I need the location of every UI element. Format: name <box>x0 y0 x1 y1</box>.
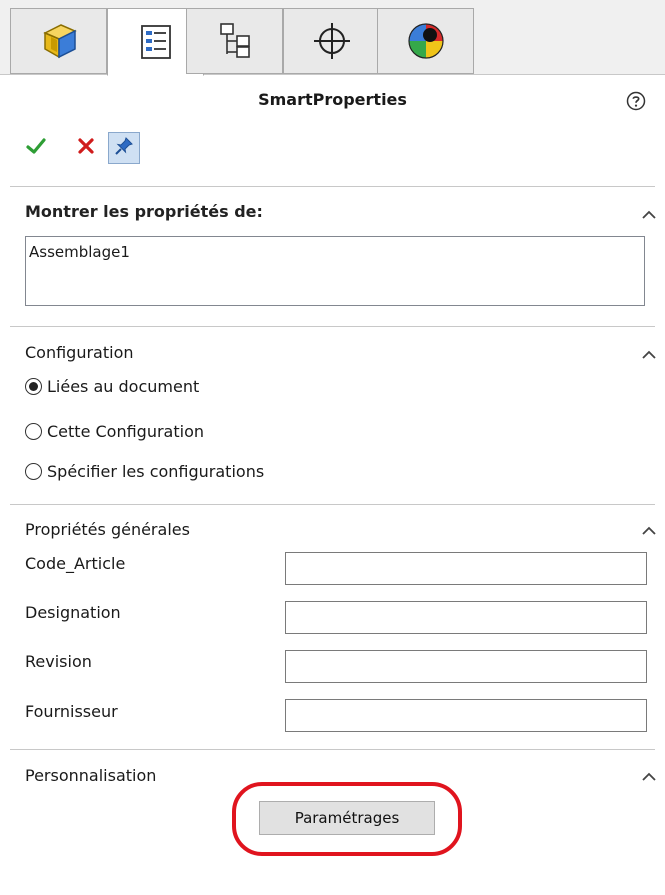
display-manager-icon <box>404 19 448 63</box>
show-properties-listbox[interactable]: Assemblage1 <box>25 236 645 306</box>
radio-specify-configurations[interactable]: Spécifier les configurations <box>25 459 264 483</box>
chevron-up-icon[interactable] <box>641 346 657 359</box>
radio-linked-document[interactable]: Liées au document <box>25 374 199 398</box>
ok-button[interactable] <box>20 132 52 164</box>
tab-dimxpert-manager[interactable] <box>283 8 380 74</box>
chevron-up-icon[interactable] <box>641 522 657 535</box>
configuration-title: Configuration <box>25 343 134 362</box>
radio-label: Liées au document <box>47 376 200 396</box>
cross-icon <box>76 136 96 160</box>
code-article-input[interactable] <box>285 552 647 585</box>
field-label-designation: Designation <box>25 603 121 622</box>
radio-label: Spécifier les configurations <box>47 461 265 481</box>
tab-feature-manager[interactable] <box>10 8 107 74</box>
configuration-manager-icon <box>215 21 255 61</box>
panel-title: SmartProperties <box>258 90 407 109</box>
manager-tab-bar <box>0 0 665 76</box>
tab-display-manager[interactable] <box>377 8 474 74</box>
cancel-button[interactable] <box>70 132 102 164</box>
field-label-fournisseur: Fournisseur <box>25 702 118 721</box>
pin-button[interactable] <box>108 132 140 164</box>
radio-this-configuration[interactable]: Cette Configuration <box>25 419 204 443</box>
show-properties-title: Montrer les propriétés de: <box>25 202 263 221</box>
chevron-up-icon[interactable] <box>641 206 657 219</box>
chevron-up-icon[interactable] <box>641 768 657 781</box>
customization-title: Personnalisation <box>25 766 157 785</box>
tab-configuration-manager[interactable] <box>186 8 283 74</box>
dimxpert-manager-icon <box>312 21 352 61</box>
feature-manager-icon <box>37 19 81 63</box>
revision-input[interactable] <box>285 650 647 683</box>
field-label-revision: Revision <box>25 652 92 671</box>
fournisseur-input[interactable] <box>285 699 647 732</box>
section-divider <box>10 326 655 327</box>
list-item[interactable]: Assemblage1 <box>29 243 641 261</box>
radio-button[interactable] <box>25 422 42 440</box>
pin-icon <box>113 135 135 161</box>
radio-label: Cette Configuration <box>47 421 204 441</box>
radio-button[interactable] <box>25 462 42 480</box>
field-label-code-article: Code_Article <box>25 554 126 573</box>
settings-button[interactable]: Paramétrages <box>259 801 435 835</box>
radio-button[interactable] <box>25 377 42 395</box>
section-divider <box>10 504 655 505</box>
general-properties-title: Propriétés générales <box>25 520 190 539</box>
checkmark-icon <box>25 135 47 161</box>
section-divider <box>10 749 655 750</box>
section-divider <box>10 186 655 187</box>
designation-input[interactable] <box>285 601 647 634</box>
help-icon[interactable] <box>626 91 646 111</box>
property-manager-icon <box>136 22 176 62</box>
